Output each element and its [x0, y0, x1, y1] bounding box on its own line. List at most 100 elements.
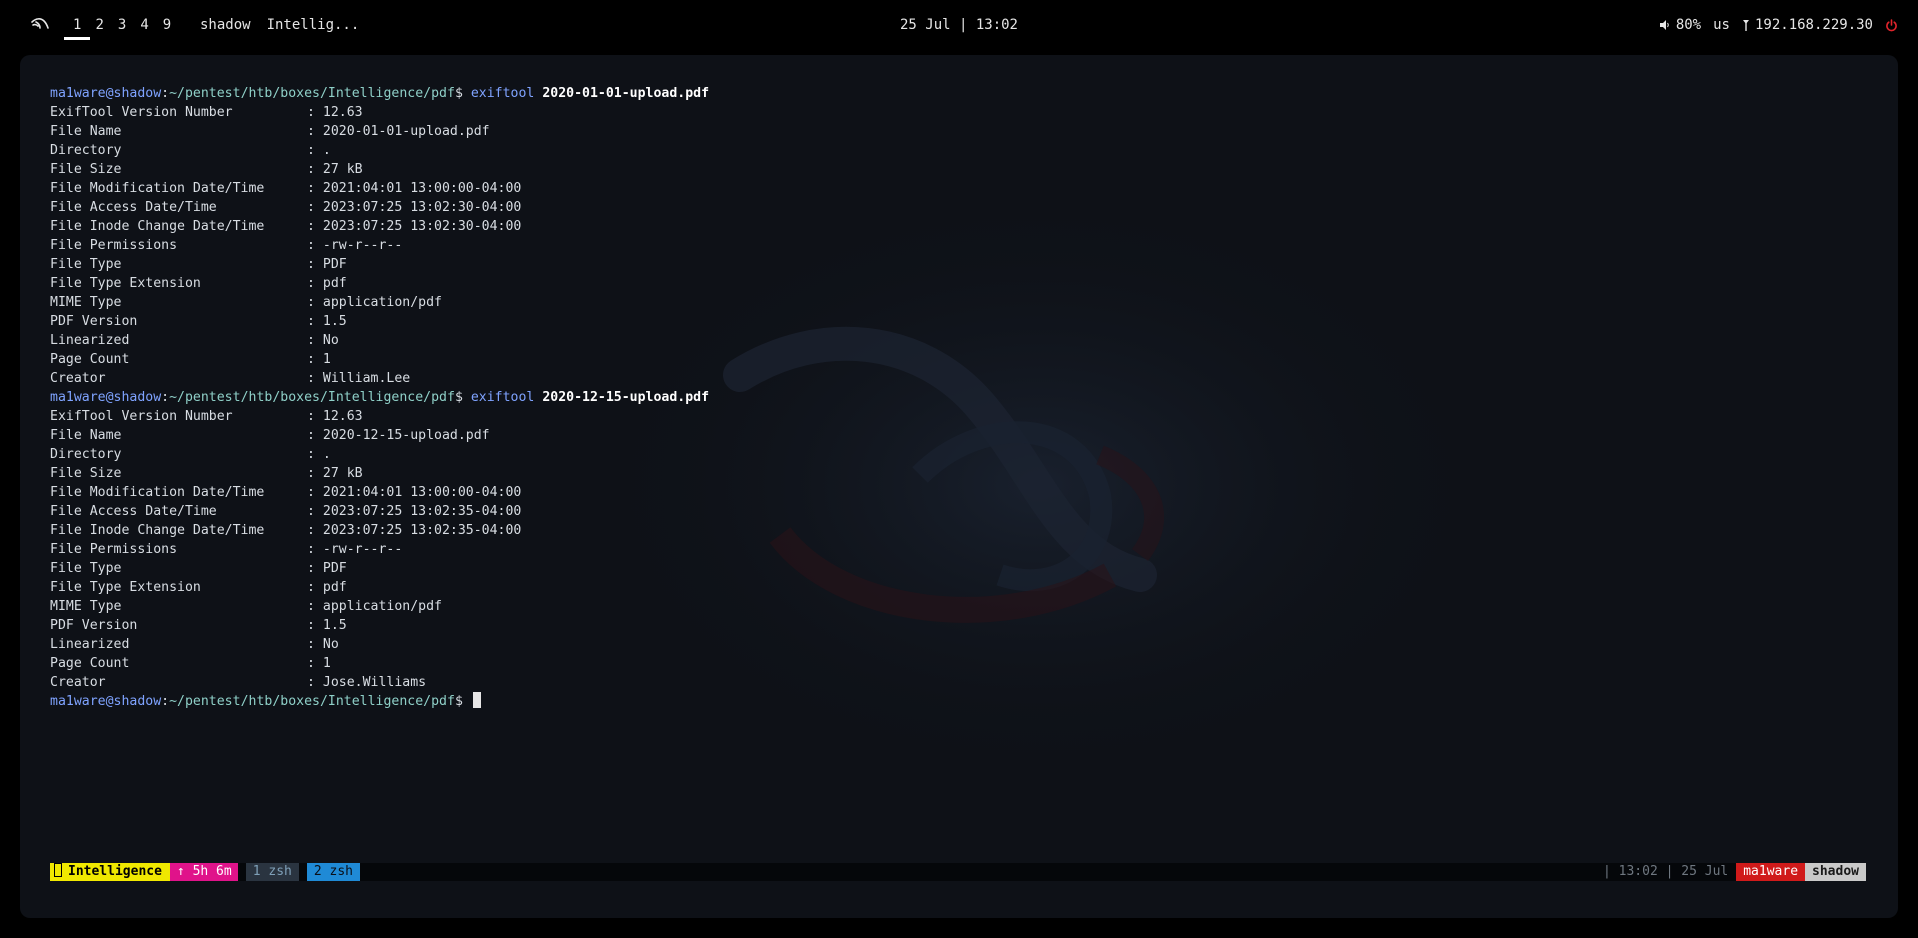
- exif-field-key: Page Count: [50, 656, 130, 671]
- command-argument: 2020-12-15-upload.pdf: [542, 390, 710, 405]
- exif-field-row: MIME Type: application/pdf: [50, 293, 709, 312]
- exif-field-key: File Type Extension: [50, 276, 201, 291]
- exif-field-value: : 27 kB: [307, 162, 363, 177]
- prompt-user-host: ma1ware@shadow: [50, 86, 162, 101]
- command-line: ma1ware@shadow:~/pentest/htb/boxes/Intel…: [50, 388, 709, 407]
- exif-field-row: Creator: William.Lee: [50, 369, 709, 388]
- exif-field-value: : -rw-r--r--: [307, 542, 403, 557]
- exif-field-key: File Modification Date/Time: [50, 181, 265, 196]
- exif-field-value: : application/pdf: [307, 599, 442, 614]
- exif-field-key: File Type: [50, 561, 122, 576]
- tmux-user: ma1ware: [1736, 863, 1806, 881]
- exif-field-row: File Type : PDF: [50, 255, 709, 274]
- prompt-path: ~/pentest/htb/boxes/Intelligence/pdf: [169, 694, 455, 709]
- exif-field-row: Directory: .: [50, 141, 709, 160]
- exif-field-row: File Inode Change Date/Time : 2023:07:25 …: [50, 217, 709, 236]
- exif-field-value: : 2021:04:01 13:00:00-04:00: [307, 485, 522, 500]
- exif-field-key: ExifTool Version Number: [50, 409, 233, 424]
- network-indicator[interactable]: 192.168.229.30: [1742, 16, 1873, 34]
- exif-field-row: Creator: Jose.Williams: [50, 673, 709, 692]
- volume-level: 80%: [1675, 17, 1702, 33]
- exif-field-row: File Permissions: -rw-r--r--: [50, 540, 709, 559]
- tmux-host: shadow: [1805, 863, 1866, 881]
- exif-field-row: PDF Version : 1.5: [50, 616, 709, 635]
- exif-field-key: PDF Version: [50, 618, 138, 633]
- ip-address: 192.168.229.30: [1754, 17, 1873, 33]
- exif-field-key: PDF Version: [50, 314, 138, 329]
- exif-field-row: File Modification Date/Time : 2021:04:01 …: [50, 483, 709, 502]
- exif-field-row: Linearized : No: [50, 635, 709, 654]
- tmux-window-1[interactable]: 1 zsh: [245, 863, 299, 881]
- exif-field-value: : 2023:07:25 13:02:30-04:00: [307, 200, 522, 215]
- command-line: ma1ware@shadow:~/pentest/htb/boxes/Intel…: [50, 84, 709, 103]
- exif-field-value: : No: [307, 333, 339, 348]
- session-icon: [54, 863, 62, 877]
- exif-field-key: File Access Date/Time: [50, 504, 217, 519]
- exif-field-value: : PDF: [307, 257, 347, 272]
- exif-field-value: : .: [307, 447, 331, 462]
- exif-field-row: File Name : 2020-01-01-upload.pdf: [50, 122, 709, 141]
- volume-indicator[interactable]: 80%: [1659, 16, 1701, 34]
- terminal-window[interactable]: ma1ware@shadow:~/pentest/htb/boxes/Intel…: [20, 55, 1898, 918]
- exif-field-row: File Name: 2020-12-15-upload.pdf: [50, 426, 709, 445]
- exif-field-row: Linearized: No: [50, 331, 709, 350]
- clock[interactable]: 25 Jul | 13:02: [0, 16, 1918, 34]
- power-button[interactable]: [1885, 18, 1898, 32]
- exif-field-key: File Inode Change Date/Time: [50, 219, 265, 234]
- keyboard-layout[interactable]: us: [1713, 16, 1730, 34]
- tmux-window-2[interactable]: 2 zsh: [306, 863, 360, 881]
- exif-field-value: : 2023:07:25 13:02:30-04:00: [307, 219, 522, 234]
- tmux-uptime: ↑ 5h 6m: [169, 863, 238, 881]
- power-icon: [1886, 18, 1897, 31]
- tmux-status-bar: Intelligence ↑ 5h 6m 1 zsh 2 zsh | 13:02…: [50, 863, 1866, 881]
- prompt-user-host: ma1ware@shadow: [50, 390, 162, 405]
- exif-field-key: File Type: [50, 257, 122, 272]
- prompt-dollar: $: [454, 694, 471, 709]
- exif-field-row: File Type: PDF: [50, 559, 709, 578]
- command-name: exiftool: [470, 86, 535, 101]
- exif-field-value: : 2021:04:01 13:00:00-04:00: [307, 181, 522, 196]
- exif-field-value: : application/pdf: [307, 295, 442, 310]
- exif-field-value: : pdf: [307, 276, 347, 291]
- exif-field-value: : 2020-12-15-upload.pdf: [307, 428, 490, 443]
- exif-field-row: ExifTool Version Number: 12.63: [50, 103, 709, 122]
- exif-field-value: : 2020-01-01-upload.pdf: [307, 124, 490, 139]
- prompt-dollar: $: [454, 86, 471, 101]
- exif-field-key: File Permissions: [50, 238, 178, 253]
- exif-field-value: : 1.5: [307, 618, 347, 633]
- exif-field-key: File Inode Change Date/Time: [50, 523, 265, 538]
- exif-field-key: File Modification Date/Time: [50, 485, 265, 500]
- exif-field-value: : 12.63: [307, 409, 363, 424]
- speaker-icon: [1659, 20, 1669, 30]
- exif-field-key: File Name: [50, 124, 122, 139]
- exif-field-key: File Access Date/Time: [50, 200, 217, 215]
- exif-field-value: : 27 kB: [307, 466, 363, 481]
- exif-field-row: MIME Type : application/pdf: [50, 597, 709, 616]
- tmux-time-date: | 13:02 | 25 Jul: [1603, 864, 1729, 879]
- prompt-line[interactable]: ma1ware@shadow:~/pentest/htb/boxes/Intel…: [50, 692, 709, 711]
- system-tray: 80% us 192.168.229.30: [1659, 16, 1898, 34]
- exif-field-row: File Access Date/Time : 2023:07:25 13:02:…: [50, 198, 709, 217]
- exif-field-value: : No: [307, 637, 339, 652]
- exif-field-key: Directory: [50, 143, 122, 158]
- exif-field-row: PDF Version: 1.5: [50, 312, 709, 331]
- top-bar: 1 2 3 4 9 shadow Intellig... 25 Jul | 13…: [0, 0, 1918, 50]
- exif-field-value: : 1: [307, 352, 331, 367]
- exif-field-key: File Size: [50, 466, 122, 481]
- exif-field-row: Page Count: 1: [50, 654, 709, 673]
- command-name: exiftool: [470, 390, 535, 405]
- prompt-path: ~/pentest/htb/boxes/Intelligence/pdf: [169, 390, 455, 405]
- tmux-session[interactable]: Intelligence: [50, 863, 170, 881]
- exif-field-row: File Size : 27 kB: [50, 464, 709, 483]
- command-argument: 2020-01-01-upload.pdf: [542, 86, 710, 101]
- terminal-cursor: [472, 692, 481, 708]
- exif-field-key: Linearized: [50, 637, 130, 652]
- terminal-output: ma1ware@shadow:~/pentest/htb/boxes/Intel…: [50, 84, 709, 711]
- prompt-path: ~/pentest/htb/boxes/Intelligence/pdf: [169, 86, 455, 101]
- exif-field-row: File Type Extension: pdf: [50, 578, 709, 597]
- exif-field-row: File Access Date/Time : 2023:07:25 13:02:…: [50, 502, 709, 521]
- exif-field-row: File Size: 27 kB: [50, 160, 709, 179]
- exif-field-key: MIME Type: [50, 599, 122, 614]
- prompt-separator: :: [161, 390, 170, 405]
- exif-field-value: : 2023:07:25 13:02:35-04:00: [307, 504, 522, 519]
